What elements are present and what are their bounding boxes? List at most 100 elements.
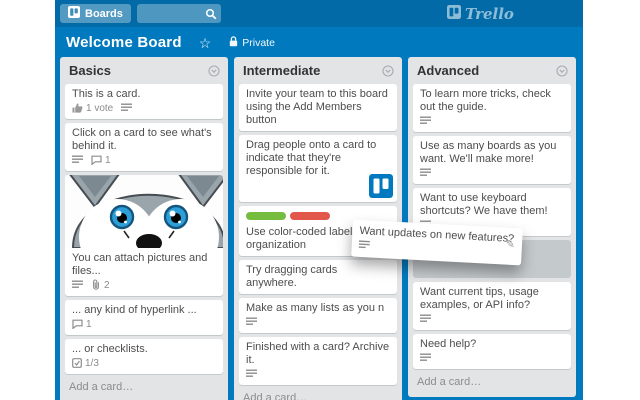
comment-icon [72,319,83,332]
list-header: Intermediate [239,61,397,84]
card-title: This is a card. [72,88,141,100]
card-title: Make as many lists as you n [246,302,385,314]
card-title: Want to use keyboard shortcuts? We have … [420,192,548,217]
vote-icon [72,102,83,116]
trello-app-window: Boards Trello Welcome Board ☆ Private Ba… [55,0,583,400]
description-icon [420,314,431,326]
list-menu-icon[interactable] [382,64,394,77]
card-title: Use as many boards as you want. We'll ma… [420,140,557,165]
card-title: Finished with a card? Archive it. [246,341,390,366]
trello-logo-text: Trello [465,5,514,23]
card-badges [420,314,564,326]
badge-vote: 1 vote [72,102,113,116]
description-icon [72,280,83,292]
card-title: ... or checklists. [72,343,148,355]
card-title: Need help? [420,338,477,350]
card-badges [420,353,564,365]
card-badges [420,116,564,128]
card-badges [246,317,390,329]
search-icon[interactable] [205,7,217,25]
list-title[interactable]: Basics [69,63,111,78]
card[interactable]: Click on a card to see what's behind it.… [65,123,223,171]
card[interactable]: Make as many lists as you n [239,298,397,333]
search-input[interactable] [140,4,205,25]
badge-description [121,103,133,115]
card-badges: 1 [72,319,216,331]
description-icon [246,317,257,329]
badge-checklist: 1/3 [72,357,99,371]
trello-member-avatar[interactable] [369,174,393,198]
list-menu-icon[interactable] [556,64,568,77]
boards-icon [68,6,80,21]
badge-description [420,314,431,326]
list-title[interactable]: Advanced [417,63,479,78]
card[interactable]: Want current tips, usage examples, or AP… [413,282,571,330]
label-green [246,212,286,220]
card[interactable]: To learn more tricks, check out the guid… [413,84,571,132]
card-title: Want current tips, usage examples, or AP… [420,286,539,311]
star-icon[interactable]: ☆ [199,36,212,50]
card-title: Invite your team to this board using the… [246,88,388,126]
card-badges: 1 [72,155,216,167]
description-icon [420,116,431,128]
description-icon [358,240,370,253]
badge-description [358,240,370,253]
card[interactable]: Try dragging cards anywhere. [239,260,397,294]
description-icon [420,353,431,365]
card-labels [246,212,390,220]
add-card-button[interactable]: Add a card… [65,378,223,398]
badge-description [72,155,83,167]
pencil-icon: ✎ [505,238,516,252]
card[interactable]: Use as many boards as you want. We'll ma… [413,136,571,184]
badge-comment: 1 [72,319,92,332]
add-card-button[interactable]: Add a card… [413,373,571,393]
boards-button-label: Boards [85,7,123,20]
card[interactable]: This is a card. 1 vote [65,84,223,119]
card[interactable]: ... or checklists. 1/3 [65,339,223,374]
list-title[interactable]: Intermediate [243,63,320,78]
card-title: You can attach pictures and files... [72,252,208,277]
card-title: Drag people onto a card to indicate that… [246,139,377,177]
card[interactable]: ... any kind of hyperlink ... 1 [65,300,223,335]
badge-text: 1/3 [85,358,99,369]
list-header: Advanced [413,61,571,84]
trello-logo[interactable]: Trello [447,5,514,23]
label-red [290,212,330,220]
list-menu-icon[interactable] [208,64,220,77]
top-bar: Boards Trello [55,0,583,27]
description-icon [72,155,83,167]
badge-text: 1 [105,155,111,166]
badge-text: 1 [86,319,92,330]
card-badges: 1 vote [72,102,216,116]
card[interactable]: Invite your team to this board using the… [239,84,397,131]
search-box[interactable] [136,4,221,25]
card[interactable]: Need help? [413,334,571,369]
card-badges [246,369,390,381]
visibility-control[interactable]: Private [229,35,275,50]
badge-description [420,116,431,128]
boards-button[interactable]: Boards [60,4,131,23]
visibility-label: Private [242,36,275,49]
card-badges: 1/3 [72,357,216,371]
card[interactable]: Finished with a card? Archive it. [239,337,397,385]
list-basics: Basics This is a card. 1 vote Click on a ca… [60,57,228,400]
card-title: Try dragging cards anywhere. [246,264,338,289]
board-title: Welcome Board [66,34,182,51]
card-badges [420,168,564,180]
badge-description [420,168,431,180]
attachment-icon [91,279,101,293]
husky-dog-photo [65,175,223,248]
badge-text: 2 [104,280,110,291]
add-card-button[interactable]: Add a card… [239,389,397,400]
card[interactable]: Drag people onto a card to indicate that… [239,135,397,202]
card-badges: 2 [72,279,216,293]
board-header: Welcome Board ☆ Private [55,27,583,58]
lock-icon [229,35,238,50]
comment-icon [91,155,102,168]
card[interactable]: You can attach pictures and files... 2 [65,175,223,296]
description-icon [420,168,431,180]
card-body: You can attach pictures and files... 2 [65,248,223,296]
description-icon [121,103,133,115]
description-icon [246,369,257,381]
card-title: Click on a card to see what's behind it. [72,127,212,152]
